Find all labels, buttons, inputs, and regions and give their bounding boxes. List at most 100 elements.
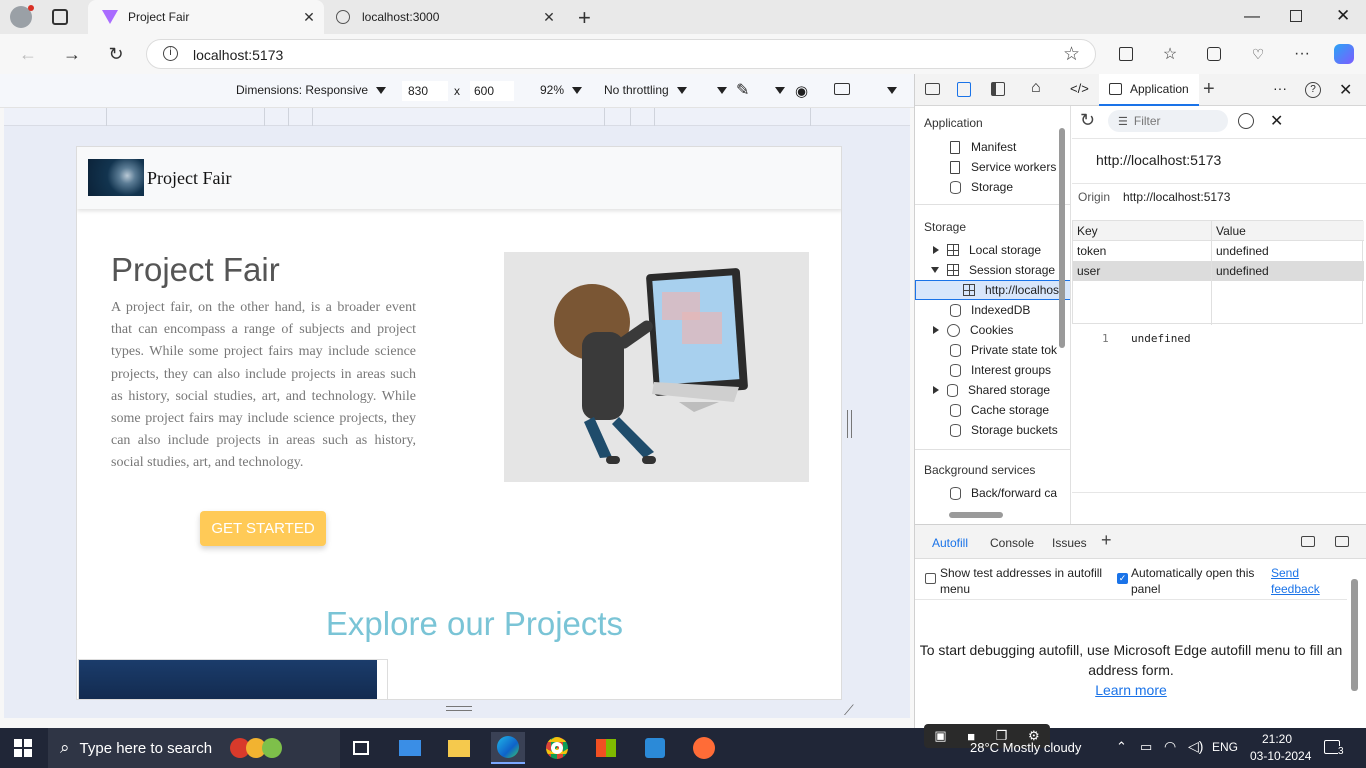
eyedropper-icon[interactable]: ✎ xyxy=(736,80,749,100)
add-panel-icon[interactable]: + xyxy=(1203,78,1215,101)
key-column-header[interactable]: Key xyxy=(1077,224,1098,238)
dock-drawer-icon[interactable] xyxy=(1301,536,1315,547)
close-devtools-icon[interactable]: ✕ xyxy=(1339,80,1352,100)
collections-icon[interactable] xyxy=(1200,40,1228,68)
expand-arrow-icon[interactable] xyxy=(933,246,939,254)
back-button[interactable]: ← xyxy=(14,40,42,68)
task-view-icon[interactable] xyxy=(344,732,378,764)
new-tab-button[interactable]: + xyxy=(578,5,591,31)
device-toggle-icon[interactable] xyxy=(957,82,971,97)
project-card[interactable] xyxy=(78,659,388,699)
send-feedback-link[interactable]: Send feedback xyxy=(1271,565,1331,597)
sidebar-item-indexeddb[interactable]: IndexedDB xyxy=(915,300,1030,320)
language-indicator[interactable]: ENG xyxy=(1212,740,1238,754)
inspect-icon[interactable] xyxy=(925,83,940,95)
tab-localhost-3000[interactable]: localhost:3000 ✕ xyxy=(328,0,564,34)
dock-icon[interactable] xyxy=(991,82,1005,96)
show-test-addresses-checkbox[interactable] xyxy=(925,573,936,584)
sidebar-item-session-origin[interactable]: http://localhos xyxy=(915,280,1070,300)
auto-open-checkbox[interactable]: ✓ xyxy=(1117,573,1128,584)
sidebar-item-interest-groups[interactable]: Interest groups xyxy=(915,360,1051,380)
tab-project-fair[interactable]: Project Fair ✕ xyxy=(88,0,324,34)
close-tab-icon[interactable]: ✕ xyxy=(540,8,558,26)
refresh-icon[interactable]: ↻ xyxy=(1080,110,1095,131)
windows-start-icon[interactable] xyxy=(6,732,40,764)
vscode-icon[interactable] xyxy=(638,732,672,764)
resize-handle-corner[interactable]: ⟋ xyxy=(844,702,854,719)
more-tools-icon[interactable]: ··· xyxy=(1273,80,1287,96)
file-explorer-icon[interactable] xyxy=(442,732,476,764)
drawer-tab-autofill[interactable]: Autofill xyxy=(932,536,968,550)
table-row-selected[interactable]: user undefined xyxy=(1073,261,1364,281)
sidebar-item-storage[interactable]: Storage xyxy=(915,177,1013,197)
expand-arrow-icon[interactable] xyxy=(933,386,939,394)
width-input[interactable]: 830 xyxy=(402,81,448,101)
restore-button[interactable] xyxy=(1290,10,1302,22)
add-drawer-tab-icon[interactable]: + xyxy=(1101,530,1112,551)
forward-button[interactable]: → xyxy=(58,40,86,68)
wifi-icon[interactable]: ◠ xyxy=(1164,738,1176,755)
sidebar-item-storage-buckets[interactable]: Storage buckets xyxy=(915,420,1058,440)
height-input[interactable]: 600 xyxy=(470,81,514,101)
site-info-icon[interactable]: i xyxy=(163,46,178,61)
resize-handle-right[interactable] xyxy=(847,410,852,438)
sidebar-item-local-storage[interactable]: Local storage xyxy=(915,240,1041,260)
split-screen-icon[interactable] xyxy=(1112,40,1140,68)
sidebar-horizontal-scrollbar[interactable] xyxy=(949,512,1003,518)
filter-input[interactable]: ☰ Filter xyxy=(1108,110,1228,132)
table-row[interactable]: token undefined xyxy=(1073,241,1364,261)
sidebar-item-manifest[interactable]: Manifest xyxy=(915,137,1016,157)
minimize-button[interactable]: — xyxy=(1244,8,1260,26)
zoom-dropdown[interactable]: 92% xyxy=(540,83,583,97)
drawer-tab-console[interactable]: Console xyxy=(990,536,1034,550)
help-icon[interactable]: ? xyxy=(1305,82,1321,98)
sidebar-item-shared-storage[interactable]: Shared storage xyxy=(915,380,1050,400)
weather-widget[interactable]: 28°C Mostly cloudy xyxy=(970,740,1081,755)
close-drawer-icon[interactable] xyxy=(1335,536,1349,547)
drawer-tab-issues[interactable]: Issues xyxy=(1052,536,1087,550)
caret-down-icon[interactable] xyxy=(717,87,727,94)
expand-arrow-icon[interactable] xyxy=(933,326,939,334)
vision-deficiency-icon[interactable]: ◉ xyxy=(795,82,808,100)
show-hidden-icons-icon[interactable]: ⌃ xyxy=(1116,739,1127,755)
taskbar-search[interactable]: ⌕ Type here to search xyxy=(48,728,340,768)
network-icon[interactable]: ▭ xyxy=(1140,739,1152,755)
favorites-icon[interactable]: ☆ xyxy=(1156,40,1184,68)
device-options-caret-icon[interactable] xyxy=(887,87,897,94)
more-menu-icon[interactable]: ··· xyxy=(1288,40,1316,68)
clock-date[interactable]: 03-10-2024 xyxy=(1250,749,1311,763)
brand-name[interactable]: Project Fair xyxy=(147,168,231,189)
brand-logo[interactable] xyxy=(88,159,144,196)
sidebar-item-private-state-tokens[interactable]: Private state tok xyxy=(915,340,1057,360)
caret-down-icon[interactable] xyxy=(775,87,785,94)
close-tab-icon[interactable]: ✕ xyxy=(300,8,318,26)
sidebar-item-cookies[interactable]: Cookies xyxy=(915,320,1013,340)
volume-icon[interactable]: ◁) xyxy=(1188,738,1203,755)
chrome-icon[interactable] xyxy=(540,732,574,764)
sidebar-item-service-workers[interactable]: Service workers xyxy=(915,157,1056,177)
copilot-icon[interactable] xyxy=(1330,40,1358,68)
learn-more-link[interactable]: Learn more xyxy=(915,682,1347,698)
tab-application[interactable]: Application xyxy=(1099,74,1199,106)
sidebar-item-back-forward-cache[interactable]: Back/forward ca xyxy=(915,483,1057,503)
resize-handle-bottom[interactable] xyxy=(446,706,472,711)
close-window-button[interactable]: ✕ xyxy=(1336,6,1350,26)
address-bar[interactable]: i localhost:5173 ☆ xyxy=(146,39,1096,69)
collapse-arrow-icon[interactable] xyxy=(931,267,939,273)
extensions-icon[interactable]: ♡ xyxy=(1244,40,1272,68)
throttling-dropdown[interactable]: No throttling xyxy=(604,83,687,97)
mail-icon[interactable] xyxy=(393,732,427,764)
postman-icon[interactable] xyxy=(687,732,721,764)
sidebar-item-cache-storage[interactable]: Cache storage xyxy=(915,400,1049,420)
delete-selected-icon[interactable]: ✕ xyxy=(1270,111,1283,131)
clear-all-icon[interactable] xyxy=(1238,113,1254,129)
sidebar-vertical-scrollbar[interactable] xyxy=(1059,128,1065,348)
home-icon[interactable]: ⌂ xyxy=(1031,79,1041,97)
edge-browser-icon[interactable] xyxy=(491,732,525,764)
media-query-ruler[interactable] xyxy=(4,108,910,126)
microsoft-store-icon[interactable] xyxy=(589,732,623,764)
favorite-star-icon[interactable]: ☆ xyxy=(1063,43,1080,66)
rotate-icon[interactable] xyxy=(834,83,850,95)
value-column-header[interactable]: Value xyxy=(1216,224,1246,238)
camera-icon[interactable]: ▣ xyxy=(934,728,946,744)
